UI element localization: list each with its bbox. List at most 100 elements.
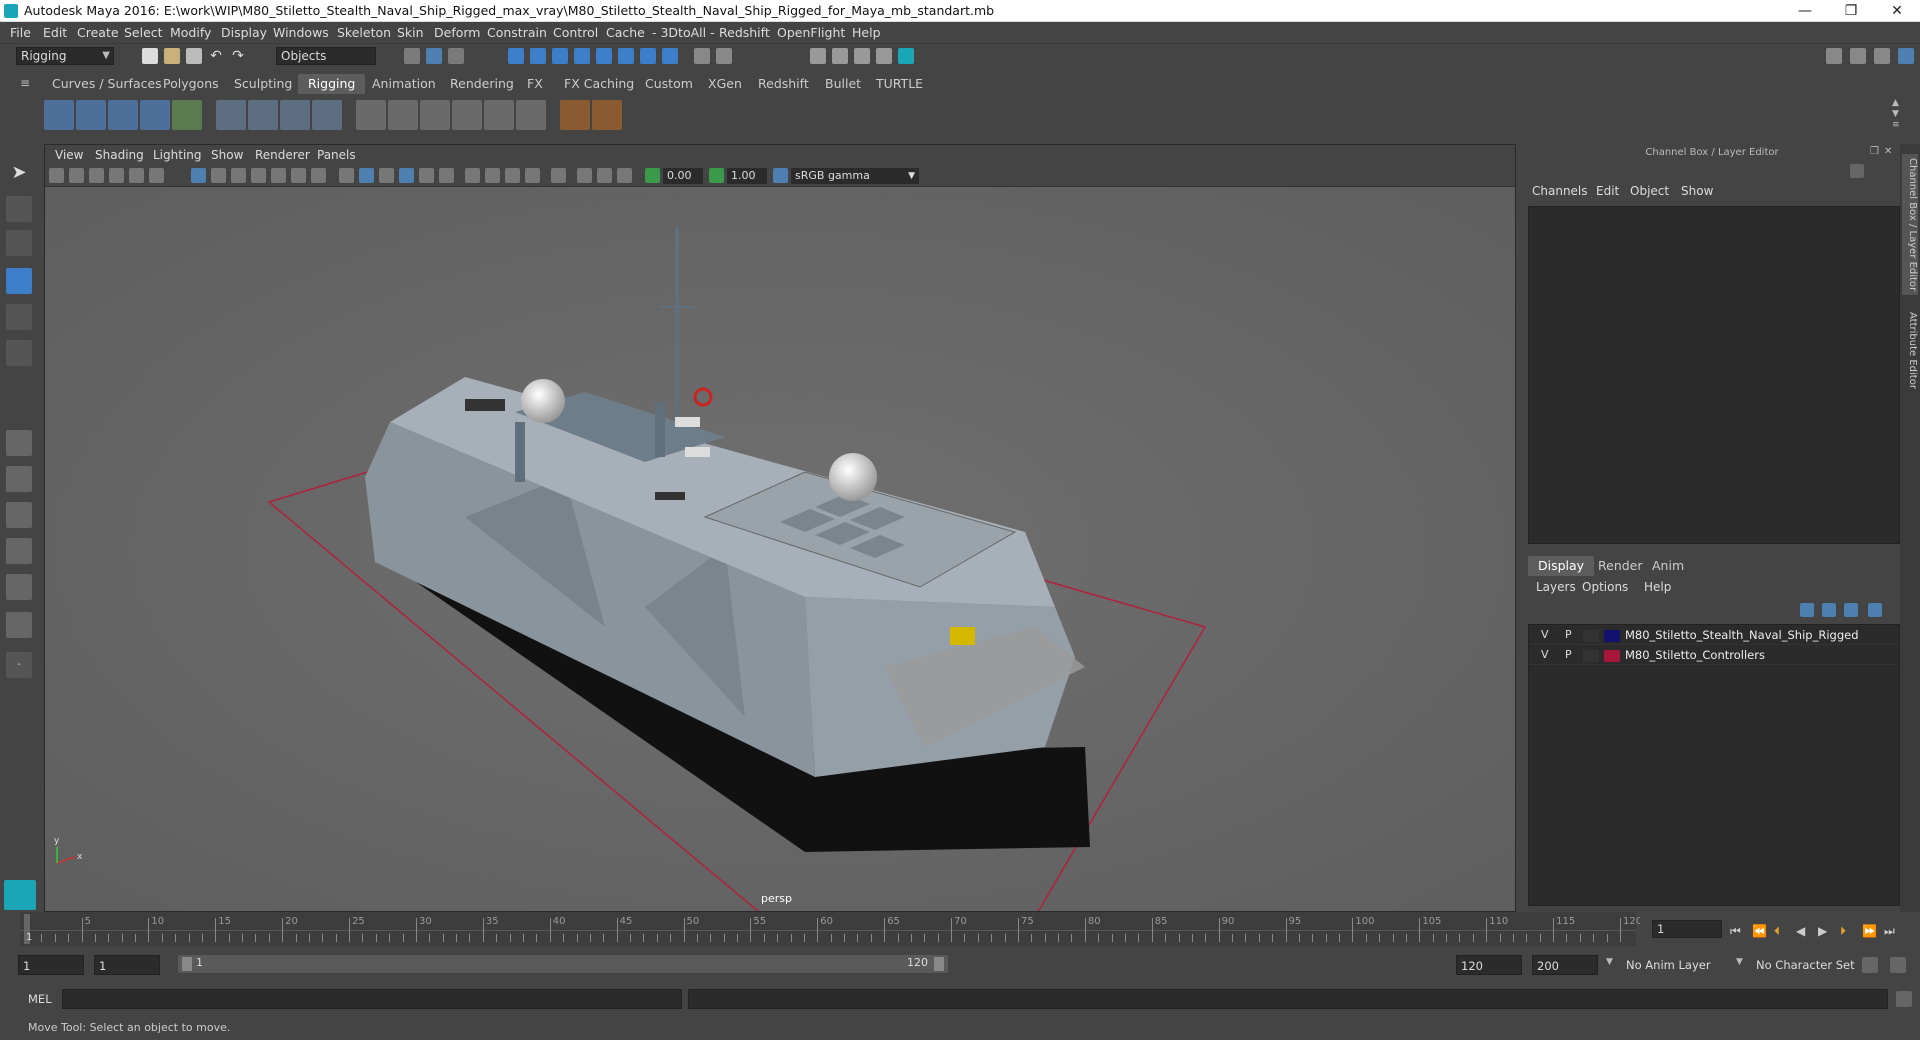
- layer-menu-help[interactable]: Help: [1644, 580, 1671, 594]
- two-d-pan-icon[interactable]: [129, 168, 144, 183]
- rotate-tool-icon[interactable]: [6, 304, 32, 330]
- hypershade-layout-icon[interactable]: [6, 612, 32, 638]
- layer-visibility-toggle[interactable]: V: [1541, 628, 1549, 641]
- channel-menu-edit[interactable]: Edit: [1596, 184, 1619, 198]
- menu-file[interactable]: File: [10, 25, 31, 40]
- menu-set-dropdown[interactable]: Rigging ▼: [16, 47, 114, 65]
- smooth-shade-icon[interactable]: [359, 168, 374, 183]
- lattice-icon[interactable]: [280, 100, 310, 130]
- layer-display-type[interactable]: [1583, 630, 1599, 642]
- side-tab-channel-box[interactable]: Channel Box / Layer Editor: [1902, 154, 1918, 296]
- isolate-select-icon[interactable]: [551, 168, 566, 183]
- tab-rendering[interactable]: Rendering: [440, 74, 524, 94]
- textured-icon[interactable]: [399, 168, 414, 183]
- modeling-toolkit-icon[interactable]: [1850, 48, 1866, 64]
- snap-point-icon[interactable]: [552, 48, 568, 64]
- workspace-icon[interactable]: [1826, 48, 1842, 64]
- layer-display-type[interactable]: [1583, 650, 1599, 662]
- character-set-dropdown[interactable]: No Character Set: [1752, 955, 1872, 975]
- ambient-occlusion-icon[interactable]: [465, 168, 480, 183]
- menu-deform[interactable]: Deform: [434, 25, 480, 40]
- history-icon[interactable]: [716, 48, 732, 64]
- insert-joint-icon[interactable]: [140, 100, 170, 130]
- time-slider[interactable]: 5 10 15 20 25 30 35 40 45 50 55 60 65 70 75 80 85 90 95 100…: [20, 912, 1642, 946]
- tab-xgen[interactable]: XGen: [698, 74, 752, 94]
- tab-custom[interactable]: Custom: [635, 74, 703, 94]
- xray-icon[interactable]: [577, 168, 592, 183]
- menu-create[interactable]: Create: [77, 25, 119, 40]
- step-forward-frame-icon[interactable]: ⏩: [1862, 924, 1877, 938]
- shelf-scroll-icon[interactable]: ▲ ▼ ≡: [1892, 98, 1902, 134]
- snap-live-icon[interactable]: [596, 48, 612, 64]
- exposure-field[interactable]: 0.00: [663, 168, 703, 184]
- go-to-start-icon[interactable]: ⏮: [1730, 924, 1741, 939]
- smooth-bind-icon[interactable]: [248, 100, 278, 130]
- scale-tool-icon[interactable]: [6, 340, 32, 366]
- move-tool-icon[interactable]: [6, 268, 32, 294]
- menu-help[interactable]: Help: [852, 25, 881, 40]
- script-editor-icon[interactable]: [1896, 991, 1912, 1007]
- render-frame-icon[interactable]: [810, 48, 826, 64]
- ik-spline-icon[interactable]: [108, 100, 138, 130]
- save-scene-icon[interactable]: [186, 48, 202, 64]
- hik-skeleton-icon[interactable]: [560, 100, 590, 130]
- snap-curve-icon[interactable]: [530, 48, 546, 64]
- side-tab-attribute-editor[interactable]: Attribute Editor: [1902, 312, 1918, 389]
- grid-toggle-icon[interactable]: [191, 168, 206, 183]
- menu-redshift[interactable]: Redshift: [719, 25, 770, 40]
- use-all-lights-icon[interactable]: [419, 168, 434, 183]
- step-forward-key-icon[interactable]: ⏵: [1840, 924, 1846, 939]
- xray-joints-icon[interactable]: [597, 168, 612, 183]
- channel-box-options-icon[interactable]: [1850, 164, 1864, 178]
- four-pane-layout-icon[interactable]: [6, 466, 32, 492]
- anim-layer-dropdown[interactable]: No Anim Layer: [1622, 955, 1742, 975]
- viewport-menu-lighting[interactable]: Lighting: [153, 148, 202, 162]
- point-constraint-icon[interactable]: [388, 100, 418, 130]
- select-component-icon[interactable]: [448, 48, 464, 64]
- animation-start-field[interactable]: 1: [18, 955, 84, 975]
- layer-color-swatch[interactable]: [1604, 650, 1620, 662]
- hypershade-icon[interactable]: [876, 48, 892, 64]
- playback-end-field[interactable]: 120: [1456, 955, 1522, 975]
- lock-icon[interactable]: [694, 48, 710, 64]
- tab-rigging[interactable]: Rigging: [298, 74, 366, 94]
- film-gate-icon[interactable]: [211, 168, 226, 183]
- image-plane-icon[interactable]: [109, 168, 124, 183]
- viewport-3d-canvas[interactable]: x y persp: [45, 187, 1515, 911]
- ik-handle-icon[interactable]: [76, 100, 106, 130]
- scale-constraint-icon[interactable]: [452, 100, 482, 130]
- field-chart-icon[interactable]: [271, 168, 286, 183]
- menu-select[interactable]: Select: [124, 25, 163, 40]
- go-to-end-icon[interactable]: ⏭: [1884, 924, 1895, 939]
- color-management-icon[interactable]: [773, 168, 788, 183]
- undo-icon[interactable]: ↶: [208, 48, 224, 64]
- channel-menu-object[interactable]: Object: [1630, 184, 1669, 198]
- layer-menu-options[interactable]: Options: [1582, 580, 1628, 594]
- menu-skin[interactable]: Skin: [397, 25, 424, 40]
- play-backwards-icon[interactable]: ◀: [1796, 924, 1805, 938]
- command-language-label[interactable]: MEL: [28, 992, 52, 1006]
- menu-windows[interactable]: Windows: [273, 25, 329, 40]
- render-settings-icon[interactable]: [854, 48, 870, 64]
- select-tool-icon[interactable]: ➤: [6, 162, 32, 188]
- step-back-frame-icon[interactable]: ⏪: [1752, 924, 1767, 938]
- range-start-handle[interactable]: [182, 957, 192, 971]
- tab-display[interactable]: Display: [1528, 556, 1595, 576]
- new-layer-icon[interactable]: [1844, 603, 1858, 617]
- menu-display[interactable]: Display: [221, 25, 267, 40]
- menu-edit[interactable]: Edit: [43, 25, 67, 40]
- viewport-menu-renderer[interactable]: Renderer: [255, 148, 310, 162]
- tab-anim[interactable]: Anim: [1642, 556, 1694, 576]
- range-end-handle[interactable]: [934, 957, 944, 971]
- channel-menu-show[interactable]: Show: [1681, 184, 1713, 198]
- camera-select-icon[interactable]: [49, 168, 64, 183]
- paint-select-tool-icon[interactable]: [6, 230, 32, 256]
- gamma-icon[interactable]: [709, 168, 724, 183]
- attribute-editor-toggle-icon[interactable]: [1874, 48, 1890, 64]
- menu-constrain[interactable]: Constrain: [487, 25, 547, 40]
- snap-vertex-icon[interactable]: [640, 48, 656, 64]
- tab-bullet[interactable]: Bullet: [815, 74, 871, 94]
- tab-fx-caching[interactable]: FX Caching: [554, 74, 644, 94]
- snap-grid-icon[interactable]: [508, 48, 524, 64]
- menu-3dtoall[interactable]: - 3DtoAll -: [652, 25, 715, 40]
